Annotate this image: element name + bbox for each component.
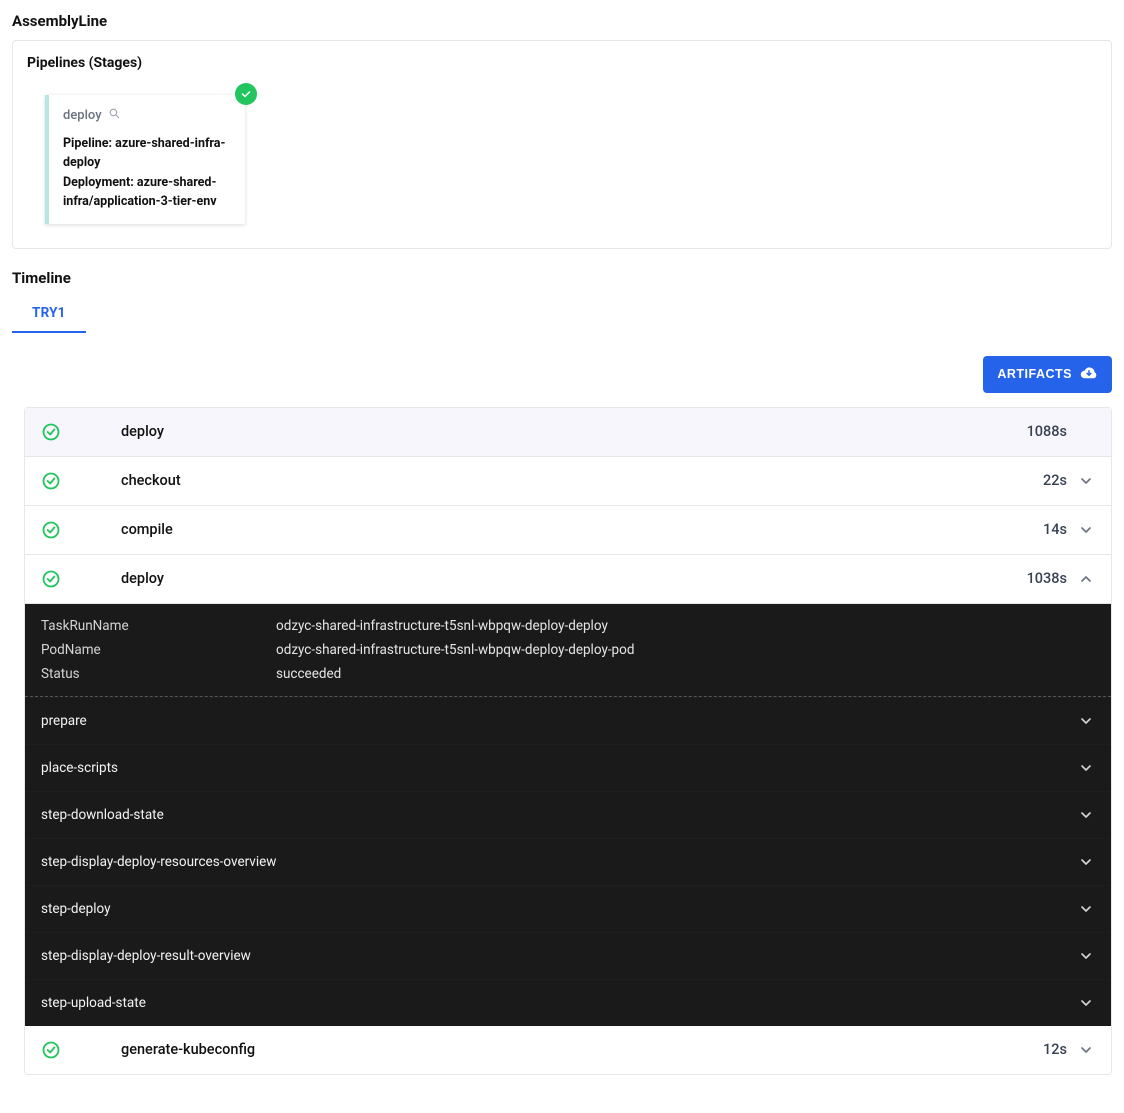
chevron-down-icon[interactable]	[1077, 712, 1095, 730]
meta-val: succeeded	[276, 666, 341, 682]
pipelines-stages-label: Pipelines (Stages)	[27, 55, 1097, 71]
step-name: place-scripts	[41, 760, 1077, 776]
step-name: step-upload-state	[41, 995, 1077, 1011]
row-duration: 1088s	[1027, 423, 1067, 440]
row-duration: 1038s	[1027, 570, 1067, 587]
deploy-details: TaskRunName odzyc-shared-infrastructure-…	[25, 604, 1111, 1026]
chevron-down-icon[interactable]	[1077, 521, 1095, 539]
timeline-row-checkout[interactable]: checkout 22s	[25, 457, 1111, 506]
chevron-down-icon[interactable]	[1077, 759, 1095, 777]
step-name: step-display-deploy-result-overview	[41, 948, 1077, 964]
check-circle-outline-icon	[41, 1040, 61, 1060]
meta-row-podname: PodName odzyc-shared-infrastructure-t5sn…	[41, 638, 1095, 662]
pipeline-stage-name: deploy	[63, 108, 102, 123]
step-row-download-state[interactable]: step-download-state	[25, 791, 1111, 838]
chevron-down-icon[interactable]	[1077, 994, 1095, 1012]
row-name: deploy	[121, 570, 1027, 587]
meta-key: TaskRunName	[41, 618, 276, 634]
timeline-title: Timeline	[12, 269, 1112, 287]
meta-row-taskrunname: TaskRunName odzyc-shared-infrastructure-…	[41, 614, 1095, 638]
timeline-row-generate-kubeconfig[interactable]: generate-kubeconfig 12s	[25, 1026, 1111, 1074]
chevron-down-icon[interactable]	[1077, 1041, 1095, 1059]
step-row-upload-state[interactable]: step-upload-state	[25, 979, 1111, 1026]
row-name: generate-kubeconfig	[121, 1041, 1043, 1058]
check-circle-outline-icon	[41, 520, 61, 540]
check-circle-outline-icon	[41, 569, 61, 589]
meta-val: odzyc-shared-infrastructure-t5snl-wbpqw-…	[276, 618, 608, 634]
row-duration: 12s	[1043, 1041, 1067, 1058]
pipeline-card-body: Pipeline: azure-shared-infra-deploy Depl…	[63, 134, 231, 212]
artifacts-label: ARTIFACTS	[997, 367, 1072, 381]
pipeline-card[interactable]: deploy Pipeline: azure-shared-infra-depl…	[45, 95, 245, 224]
assemblyline-title: AssemblyLine	[12, 12, 1112, 30]
search-icon[interactable]	[108, 107, 121, 124]
chevron-down-icon[interactable]	[1077, 853, 1095, 871]
step-name: step-deploy	[41, 901, 1077, 917]
row-name: checkout	[121, 472, 1043, 489]
chevron-up-icon[interactable]	[1077, 570, 1095, 588]
timeline-list: deploy 1088s checkout 22s compile 14s de…	[24, 407, 1112, 1075]
meta-row-status: Status succeeded	[41, 662, 1095, 686]
check-circle-outline-icon	[41, 471, 61, 491]
check-circle-outline-icon	[41, 422, 61, 442]
meta-key: PodName	[41, 642, 276, 658]
step-row-deploy[interactable]: step-deploy	[25, 885, 1111, 932]
step-row-place-scripts[interactable]: place-scripts	[25, 744, 1111, 791]
row-duration: 14s	[1043, 521, 1067, 538]
step-row-prepare[interactable]: prepare	[25, 697, 1111, 744]
cloud-download-icon	[1080, 364, 1098, 385]
step-name: prepare	[41, 713, 1077, 729]
meta-val: odzyc-shared-infrastructure-t5snl-wbpqw-…	[276, 642, 634, 658]
step-name: step-download-state	[41, 807, 1077, 823]
deploy-meta: TaskRunName odzyc-shared-infrastructure-…	[25, 604, 1111, 697]
timeline-row-deploy-summary[interactable]: deploy 1088s	[25, 408, 1111, 457]
timeline-row-deploy[interactable]: deploy 1038s	[25, 555, 1111, 604]
step-row-display-deploy-resources-overview[interactable]: step-display-deploy-resources-overview	[25, 838, 1111, 885]
row-name: compile	[121, 521, 1043, 538]
check-circle-icon	[235, 83, 257, 105]
step-row-display-deploy-result-overview[interactable]: step-display-deploy-result-overview	[25, 932, 1111, 979]
meta-key: Status	[41, 666, 276, 682]
deployment-label: Deployment:	[63, 175, 134, 190]
step-name: step-display-deploy-resources-overview	[41, 854, 1077, 870]
chevron-down-icon[interactable]	[1077, 947, 1095, 965]
artifacts-button[interactable]: ARTIFACTS	[983, 356, 1112, 393]
timeline-row-compile[interactable]: compile 14s	[25, 506, 1111, 555]
row-duration: 22s	[1043, 472, 1067, 489]
chevron-down-icon[interactable]	[1077, 472, 1095, 490]
tab-try1[interactable]: TRY1	[12, 295, 86, 333]
timeline-tabs: TRY1	[12, 295, 1112, 334]
row-name: deploy	[121, 423, 1027, 440]
chevron-down-icon[interactable]	[1077, 900, 1095, 918]
pipelines-stages-panel: Pipelines (Stages) deploy Pipeline: azur…	[12, 40, 1112, 249]
pipeline-label: Pipeline:	[63, 136, 112, 151]
chevron-down-icon[interactable]	[1077, 806, 1095, 824]
